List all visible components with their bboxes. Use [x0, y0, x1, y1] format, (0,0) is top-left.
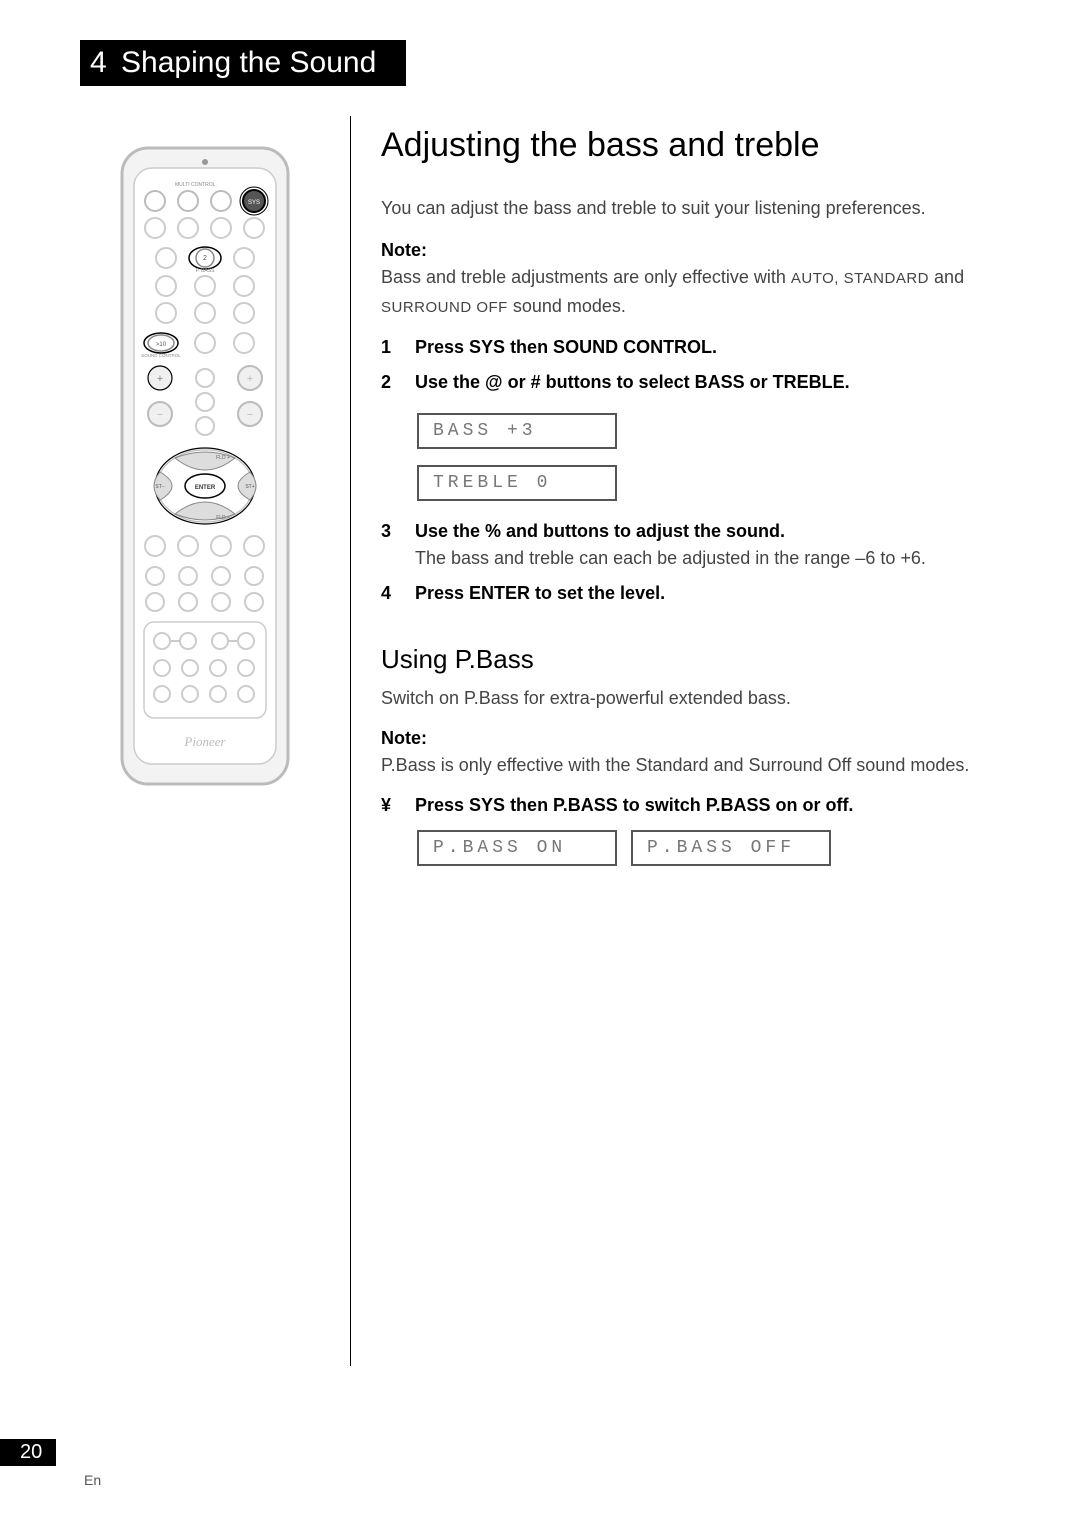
svg-text:FLD –: FLD –	[216, 515, 230, 521]
step-4: 4 Press ENTER to set the level.	[381, 583, 1020, 604]
chapter-title: Shaping the Sound	[121, 46, 376, 79]
svg-text:+: +	[247, 373, 253, 385]
step-text: Press SYS then P.BASS to switch P.BASS o…	[415, 795, 853, 816]
chapter-bar: 4 Shaping the Sound	[80, 40, 406, 86]
step-1: 1 Press SYS then SOUND CONTROL.	[381, 337, 1020, 358]
label-multi-control: MULTI CONTROL	[175, 182, 216, 188]
label-pbass: P. BASS	[196, 268, 215, 274]
remote-control-illustration: MULTI CONTROL SYS	[120, 146, 290, 786]
step-num: 2	[381, 372, 397, 393]
label-2: 2	[203, 255, 207, 262]
label-sound-control: SOUND CONTROL	[141, 353, 181, 358]
svg-text:ST–: ST–	[155, 484, 164, 490]
step-text: Use the @ or # buttons to select BASS or…	[415, 372, 850, 393]
svg-text:+: +	[157, 373, 163, 385]
pbass-step: ¥ Press SYS then P.BASS to switch P.BASS…	[381, 795, 1020, 816]
note-label-1: Note:	[381, 240, 1020, 261]
content-column: Adjusting the bass and treble You can ad…	[381, 116, 1020, 1366]
step-3: 3 Use the % and buttons to adjust the so…	[381, 521, 1020, 569]
step-bullet: ¥	[381, 795, 397, 816]
display-pbass-off: P.BASS OFF	[631, 830, 831, 866]
step-text: Press SYS then SOUND CONTROL.	[415, 337, 717, 358]
column-divider	[350, 116, 351, 1366]
chapter-number: 4	[90, 46, 107, 79]
step-num: 4	[381, 583, 397, 604]
display-pbass-on: P.BASS ON	[417, 830, 617, 866]
step-2: 2 Use the @ or # buttons to select BASS …	[381, 372, 1020, 393]
note-body-2: P.Bass is only effective with the Standa…	[381, 751, 1020, 780]
svg-text:ST+: ST+	[245, 484, 254, 490]
mode-list-1: AUTO, STANDARD	[791, 270, 929, 287]
step-text: Press ENTER to set the level.	[415, 583, 665, 604]
section-heading: Adjusting the bass and treble	[381, 126, 1020, 165]
page-number: 20	[0, 1439, 56, 1466]
step-sub: The bass and treble can each be adjusted…	[415, 548, 926, 569]
intro-text: You can adjust the bass and treble to su…	[381, 195, 1020, 222]
remote-column: MULTI CONTROL SYS	[80, 116, 330, 1366]
note-body-1: Bass and treble adjustments are only eff…	[381, 263, 1020, 321]
label-sys: SYS	[248, 200, 260, 206]
label-enter: ENTER	[195, 485, 216, 491]
pbass-intro: Switch on P.Bass for extra-powerful exte…	[381, 685, 1020, 712]
language-code: En	[84, 1472, 101, 1488]
step-text: Use the % and buttons to adjust the soun…	[415, 521, 926, 542]
svg-text:FLD +: FLD +	[216, 455, 230, 461]
display-bass: BASS +3	[417, 413, 617, 449]
label-gt10: >10	[156, 342, 167, 348]
svg-text:−: −	[157, 409, 163, 421]
mode-list-2: SURROUND OFF	[381, 299, 508, 316]
display-treble: TREBLE 0	[417, 465, 617, 501]
brand-label: Pioneer	[183, 734, 226, 749]
step-num: 3	[381, 521, 397, 569]
subsection-heading: Using P.Bass	[381, 644, 1020, 675]
note-label-2: Note:	[381, 728, 1020, 749]
svg-text:−: −	[247, 409, 253, 421]
step-num: 1	[381, 337, 397, 358]
